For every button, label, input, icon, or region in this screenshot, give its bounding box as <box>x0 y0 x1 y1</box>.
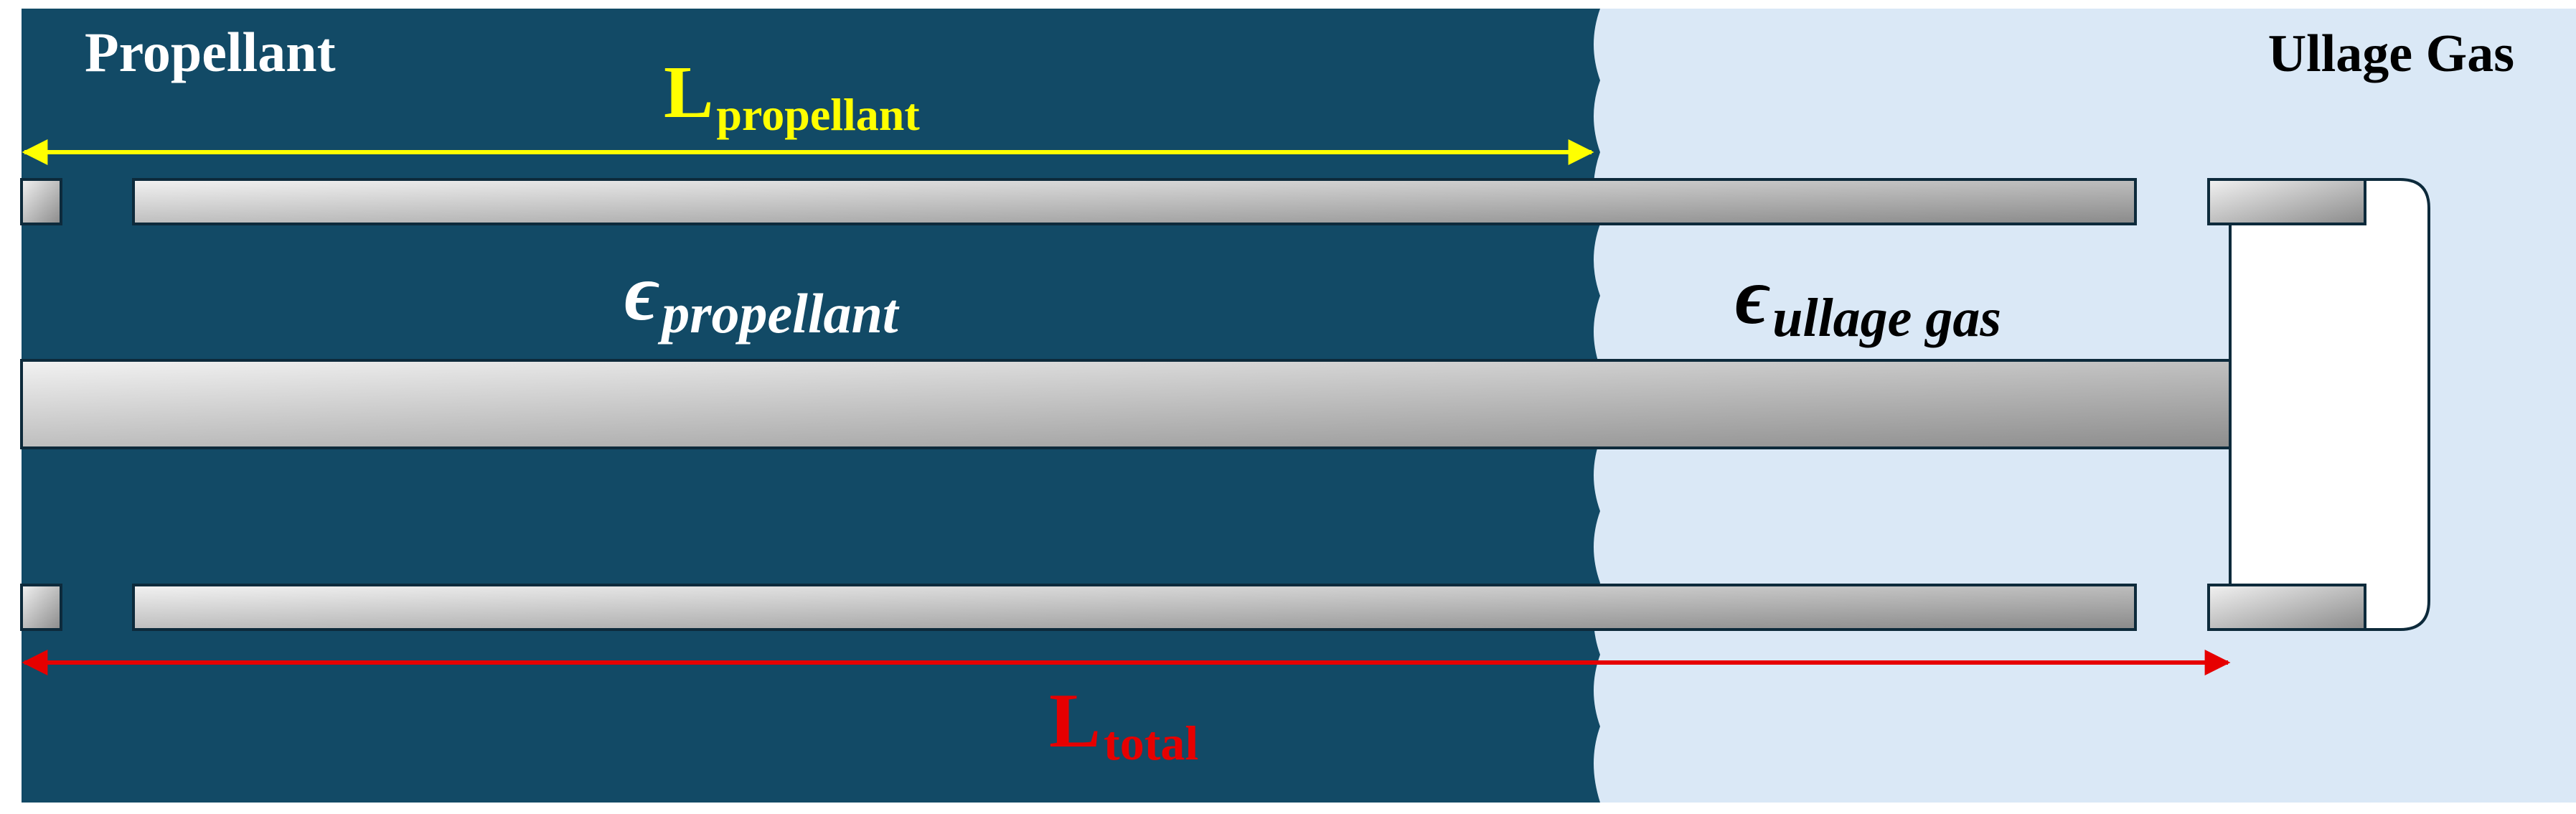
bottom-tube-right-stub <box>2207 584 2366 631</box>
l-propellant-main: L <box>664 51 713 134</box>
diagram-canvas: Propellant Ullage Gas L propellant L tot… <box>20 9 2576 803</box>
epsilon-ullage-subscript: ullage gas <box>1772 288 2001 348</box>
bottom-tube-left-stub <box>20 584 62 631</box>
top-tube-left-stub <box>20 178 62 225</box>
l-total-main: L <box>1049 678 1101 764</box>
central-tube <box>20 359 2366 449</box>
top-tube-main <box>132 178 2137 225</box>
end-cap-chamber <box>2229 178 2430 631</box>
epsilon-propellant-subscript: propellant <box>657 282 900 345</box>
l-propellant-subscript: propellant <box>716 89 920 140</box>
ullage-gas-label: Ullage Gas <box>2268 24 2514 83</box>
propellant-label: Propellant <box>85 21 336 83</box>
l-total-subscript: total <box>1104 716 1198 770</box>
top-tube-right-stub <box>2207 178 2366 225</box>
bottom-tube-main <box>132 584 2137 631</box>
epsilon-propellant-symbol: ϵ <box>624 248 659 337</box>
epsilon-ullage-symbol: ϵ <box>1735 252 1770 341</box>
